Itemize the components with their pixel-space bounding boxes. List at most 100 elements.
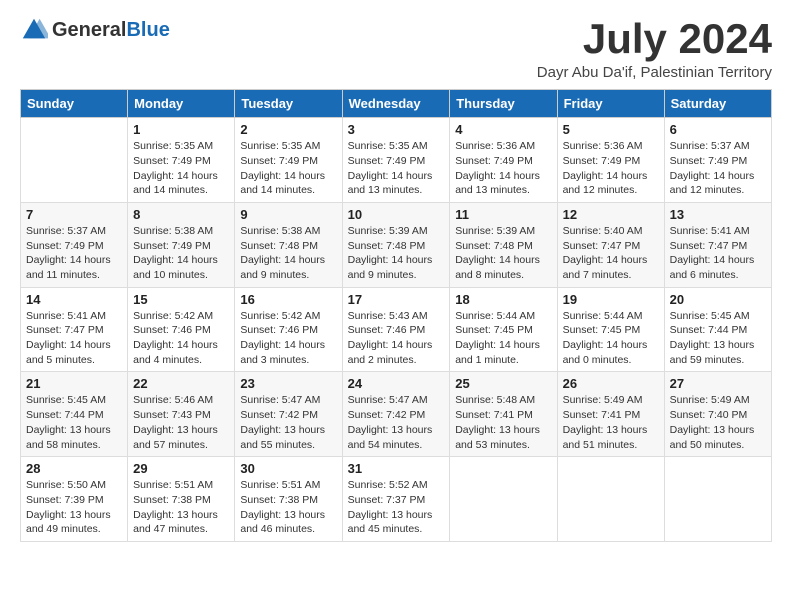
day-number: 29 — [133, 461, 229, 476]
calendar-cell: 28Sunrise: 5:50 AM Sunset: 7:39 PM Dayli… — [21, 457, 128, 542]
calendar-cell: 29Sunrise: 5:51 AM Sunset: 7:38 PM Dayli… — [128, 457, 235, 542]
day-info: Sunrise: 5:52 AM Sunset: 7:37 PM Dayligh… — [348, 478, 445, 537]
logo: GeneralBlue — [20, 16, 170, 44]
day-number: 24 — [348, 376, 445, 391]
title-section: July 2024 Dayr Abu Da'if, Palestinian Te… — [537, 16, 772, 81]
calendar-cell: 25 Sunrise: 5:48 AM Sunset: 7:41 PM Dayli… — [450, 372, 557, 457]
day-number: 11 — [455, 207, 551, 222]
day-info: Sunrise: 5:36 AM Sunset: 7:49 PM Dayligh… — [563, 139, 659, 198]
day-info: Sunrise: 5:38 AM Sunset: 7:49 PM Dayligh… — [133, 224, 229, 283]
day-info: Sunrise: 5:41 AM Sunset: 7:47 PM Dayligh… — [670, 224, 766, 283]
calendar-cell: 9Sunrise: 5:38 AM Sunset: 7:48 PM Daylig… — [235, 202, 342, 287]
calendar-cell: 16Sunrise: 5:42 AM Sunset: 7:46 PM Dayli… — [235, 287, 342, 372]
day-info: Sunrise: 5:44 AM Sunset: 7:45 PM Dayligh… — [563, 309, 659, 368]
weekday-header-row: SundayMondayTuesdayWednesdayThursdayFrid… — [21, 90, 772, 118]
calendar-cell: 22 Sunrise: 5:46 AM Sunset: 7:43 PM Dayli… — [128, 372, 235, 457]
day-number: 21 — [26, 376, 122, 391]
calendar-cell: 13 Sunrise: 5:41 AM Sunset: 7:47 PM Dayli… — [664, 202, 771, 287]
day-info: Sunrise: 5:47 AM Sunset: 7:42 PM Dayligh… — [240, 393, 336, 452]
day-number: 6 — [670, 122, 766, 137]
day-info: Sunrise: 5:41 AM Sunset: 7:47 PM Dayligh… — [26, 309, 122, 368]
day-info: Sunrise: 5:48 AM Sunset: 7:41 PM Dayligh… — [455, 393, 551, 452]
calendar-week-row: 7 Sunrise: 5:37 AM Sunset: 7:49 PM Daylig… — [21, 202, 772, 287]
day-number: 8 — [133, 207, 229, 222]
weekday-header: Monday — [128, 90, 235, 118]
day-number: 23 — [240, 376, 336, 391]
day-number: 2 — [240, 122, 336, 137]
day-info: Sunrise: 5:42 AM Sunset: 7:46 PM Dayligh… — [133, 309, 229, 368]
day-number: 17 — [348, 292, 445, 307]
day-info: Sunrise: 5:37 AM Sunset: 7:49 PM Dayligh… — [26, 224, 122, 283]
calendar-cell: 15 Sunrise: 5:42 AM Sunset: 7:46 PM Dayli… — [128, 287, 235, 372]
weekday-header: Saturday — [664, 90, 771, 118]
calendar-cell: 24 Sunrise: 5:47 AM Sunset: 7:42 PM Dayli… — [342, 372, 450, 457]
calendar-cell: 10 Sunrise: 5:39 AM Sunset: 7:48 PM Dayli… — [342, 202, 450, 287]
calendar-cell: 14 Sunrise: 5:41 AM Sunset: 7:47 PM Dayli… — [21, 287, 128, 372]
day-info: Sunrise: 5:51 AM Sunset: 7:38 PM Dayligh… — [240, 478, 336, 537]
day-number: 9 — [240, 207, 336, 222]
day-number: 7 — [26, 207, 122, 222]
logo-text-general: General — [52, 19, 126, 41]
day-info: Sunrise: 5:47 AM Sunset: 7:42 PM Dayligh… — [348, 393, 445, 452]
day-info: Sunrise: 5:49 AM Sunset: 7:40 PM Dayligh… — [670, 393, 766, 452]
calendar-cell — [557, 457, 664, 542]
day-number: 19 — [563, 292, 659, 307]
calendar-cell: 2 Sunrise: 5:35 AM Sunset: 7:49 PM Daylig… — [235, 118, 342, 203]
day-info: Sunrise: 5:43 AM Sunset: 7:46 PM Dayligh… — [348, 309, 445, 368]
calendar-cell: 12Sunrise: 5:40 AM Sunset: 7:47 PM Dayli… — [557, 202, 664, 287]
calendar-cell: 21 Sunrise: 5:45 AM Sunset: 7:44 PM Dayli… — [21, 372, 128, 457]
calendar-week-row: 28Sunrise: 5:50 AM Sunset: 7:39 PM Dayli… — [21, 457, 772, 542]
day-number: 13 — [670, 207, 766, 222]
day-number: 1 — [133, 122, 229, 137]
day-number: 22 — [133, 376, 229, 391]
calendar-cell: 18Sunrise: 5:44 AM Sunset: 7:45 PM Dayli… — [450, 287, 557, 372]
day-number: 12 — [563, 207, 659, 222]
calendar-cell: 11 Sunrise: 5:39 AM Sunset: 7:48 PM Dayli… — [450, 202, 557, 287]
location-title: Dayr Abu Da'if, Palestinian Territory — [537, 64, 772, 81]
day-number: 18 — [455, 292, 551, 307]
weekday-header: Friday — [557, 90, 664, 118]
day-info: Sunrise: 5:35 AM Sunset: 7:49 PM Dayligh… — [133, 139, 229, 198]
weekday-header: Sunday — [21, 90, 128, 118]
day-number: 25 — [455, 376, 551, 391]
calendar-cell — [450, 457, 557, 542]
logo-icon — [20, 16, 48, 44]
calendar-week-row: 14 Sunrise: 5:41 AM Sunset: 7:47 PM Dayli… — [21, 287, 772, 372]
calendar-cell: 6 Sunrise: 5:37 AM Sunset: 7:49 PM Daylig… — [664, 118, 771, 203]
day-number: 5 — [563, 122, 659, 137]
day-info: Sunrise: 5:39 AM Sunset: 7:48 PM Dayligh… — [348, 224, 445, 283]
day-info: Sunrise: 5:39 AM Sunset: 7:48 PM Dayligh… — [455, 224, 551, 283]
calendar-cell: 17 Sunrise: 5:43 AM Sunset: 7:46 PM Dayli… — [342, 287, 450, 372]
day-info: Sunrise: 5:46 AM Sunset: 7:43 PM Dayligh… — [133, 393, 229, 452]
calendar-cell — [21, 118, 128, 203]
day-info: Sunrise: 5:35 AM Sunset: 7:49 PM Dayligh… — [348, 139, 445, 198]
day-info: Sunrise: 5:37 AM Sunset: 7:49 PM Dayligh… — [670, 139, 766, 198]
day-info: Sunrise: 5:42 AM Sunset: 7:46 PM Dayligh… — [240, 309, 336, 368]
day-info: Sunrise: 5:45 AM Sunset: 7:44 PM Dayligh… — [670, 309, 766, 368]
day-number: 27 — [670, 376, 766, 391]
day-info: Sunrise: 5:45 AM Sunset: 7:44 PM Dayligh… — [26, 393, 122, 452]
calendar-cell: 23 Sunrise: 5:47 AM Sunset: 7:42 PM Dayli… — [235, 372, 342, 457]
calendar-table: SundayMondayTuesdayWednesdayThursdayFrid… — [20, 89, 772, 542]
logo-text-blue: Blue — [126, 19, 169, 41]
calendar-cell: 19 Sunrise: 5:44 AM Sunset: 7:45 PM Dayli… — [557, 287, 664, 372]
calendar-week-row: 1 Sunrise: 5:35 AM Sunset: 7:49 PM Daylig… — [21, 118, 772, 203]
calendar-cell: 1 Sunrise: 5:35 AM Sunset: 7:49 PM Daylig… — [128, 118, 235, 203]
header: GeneralBlue July 2024 Dayr Abu Da'if, Pa… — [20, 16, 772, 81]
calendar-cell: 7 Sunrise: 5:37 AM Sunset: 7:49 PM Daylig… — [21, 202, 128, 287]
day-number: 15 — [133, 292, 229, 307]
day-number: 3 — [348, 122, 445, 137]
day-info: Sunrise: 5:49 AM Sunset: 7:41 PM Dayligh… — [563, 393, 659, 452]
calendar-cell: 27 Sunrise: 5:49 AM Sunset: 7:40 PM Dayli… — [664, 372, 771, 457]
day-number: 14 — [26, 292, 122, 307]
day-info: Sunrise: 5:35 AM Sunset: 7:49 PM Dayligh… — [240, 139, 336, 198]
month-title: July 2024 — [537, 16, 772, 62]
day-info: Sunrise: 5:50 AM Sunset: 7:39 PM Dayligh… — [26, 478, 122, 537]
calendar-cell: 20Sunrise: 5:45 AM Sunset: 7:44 PM Dayli… — [664, 287, 771, 372]
day-number: 4 — [455, 122, 551, 137]
weekday-header: Wednesday — [342, 90, 450, 118]
day-number: 10 — [348, 207, 445, 222]
calendar-cell: 26Sunrise: 5:49 AM Sunset: 7:41 PM Dayli… — [557, 372, 664, 457]
calendar-cell: 8 Sunrise: 5:38 AM Sunset: 7:49 PM Daylig… — [128, 202, 235, 287]
day-number: 30 — [240, 461, 336, 476]
